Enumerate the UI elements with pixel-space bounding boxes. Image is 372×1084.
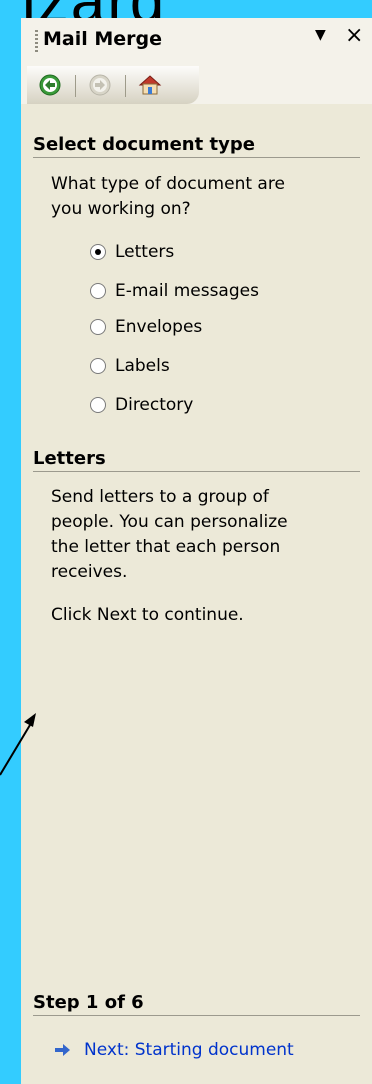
home-icon	[138, 75, 162, 95]
radio-option-letters[interactable]: Letters	[90, 240, 174, 264]
radio-option-envelopes[interactable]: Envelopes	[90, 315, 202, 339]
radio-label: E-mail messages	[115, 281, 259, 301]
section-divider	[33, 157, 360, 158]
radio-button-checked[interactable]	[90, 244, 106, 260]
task-pane-nav-bar	[21, 64, 372, 104]
nav-button-group	[27, 66, 199, 104]
nav-separator	[125, 75, 126, 97]
radio-button[interactable]	[90, 319, 106, 335]
description-line: receives.	[51, 562, 128, 582]
description-line: Send letters to a group of	[51, 487, 269, 507]
radio-label: Directory	[115, 395, 194, 415]
nav-separator	[75, 75, 76, 97]
letters-description: Send letters to a group of people. You c…	[51, 485, 288, 585]
next-starting-document-link[interactable]: Next: Starting document	[55, 1040, 294, 1060]
drag-grip-handle[interactable]	[35, 30, 38, 54]
close-icon[interactable]: ×	[345, 25, 363, 47]
arrow-right-icon	[55, 1044, 70, 1056]
step-indicator: Step 1 of 6	[33, 992, 144, 1013]
radio-option-email-messages[interactable]: E-mail messages	[90, 279, 259, 303]
task-pane-menu-dropdown[interactable]: ▼	[315, 27, 326, 43]
document-type-question: What type of document are you working on…	[51, 172, 285, 222]
back-button[interactable]	[35, 70, 65, 100]
section-divider	[33, 471, 360, 472]
description-line: people. You can personalize	[51, 512, 288, 532]
description-line: the letter that each person	[51, 537, 281, 557]
radio-option-labels[interactable]: Labels	[90, 354, 170, 378]
mail-merge-task-pane: Mail Merge ▼ × Select document type What…	[21, 18, 372, 1084]
section-title-select-document-type: Select document type	[33, 134, 255, 155]
forward-icon	[89, 74, 111, 96]
radio-button[interactable]	[90, 283, 106, 299]
question-line: What type of document are	[51, 174, 285, 194]
radio-button[interactable]	[90, 397, 106, 413]
radio-option-directory[interactable]: Directory	[90, 393, 193, 417]
radio-label: Envelopes	[115, 317, 203, 337]
section-divider	[33, 1015, 360, 1016]
forward-button[interactable]	[85, 70, 115, 100]
back-icon	[39, 74, 61, 96]
next-link-label: Next: Starting document	[84, 1040, 294, 1060]
home-button[interactable]	[135, 70, 165, 100]
task-pane-title: Mail Merge	[43, 28, 163, 50]
radio-label: Labels	[115, 356, 170, 376]
task-pane-title-bar: Mail Merge ▼ ×	[21, 18, 372, 64]
continue-instruction: Click Next to continue.	[51, 605, 244, 625]
radio-label: Letters	[115, 242, 175, 262]
radio-button[interactable]	[90, 358, 106, 374]
question-line: you working on?	[51, 199, 191, 219]
section-title-letters: Letters	[33, 448, 106, 469]
